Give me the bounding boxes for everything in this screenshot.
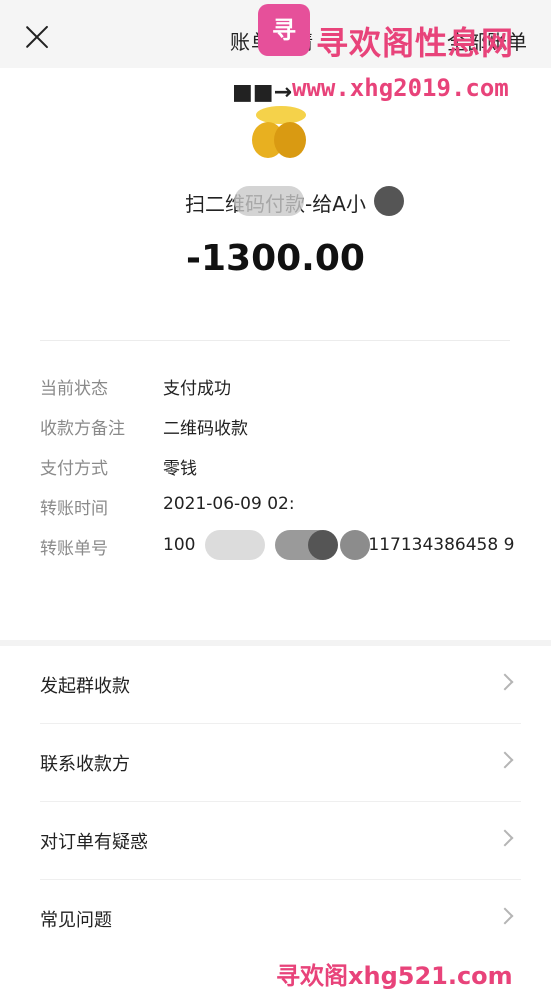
detail-label: 收款方备注 (40, 419, 125, 439)
detail-label: 当前状态 (40, 379, 108, 399)
watermark-arrow: ■■→ (232, 80, 293, 105)
watermark-url: www.xhg2019.com (292, 74, 509, 102)
watermark-footer: 寻欢阁xhg521.com (276, 962, 513, 990)
top-bar: 账单详情 全部账单 寻 寻欢阁性息网 (0, 0, 551, 68)
watermark-logo: 寻 (258, 4, 310, 56)
chevron-right-icon (496, 907, 514, 925)
chevron-right-icon (496, 751, 514, 769)
menu-item-contact-payee[interactable]: 联系收款方 (0, 724, 551, 802)
menu-item-label: 发起群收款 (40, 676, 130, 697)
avatar-shape-right (274, 122, 306, 158)
menu-item-order-question[interactable]: 对订单有疑惑 (0, 802, 551, 880)
bill-summary-card: 扫二维码付款-给A小 -1300.00 当前状态 支付成功 收款方备注 二维码收… (0, 68, 551, 640)
avatar-glow (256, 106, 306, 124)
detail-label: 转账单号 (40, 539, 108, 559)
close-icon[interactable] (24, 24, 50, 50)
divider (40, 340, 510, 341)
detail-value: 2021-06-09 02: (163, 494, 295, 514)
privacy-blur (308, 530, 338, 560)
detail-value: 零钱 (163, 459, 197, 479)
menu-item-label: 常见问题 (40, 910, 112, 931)
privacy-blur (205, 530, 265, 560)
chevron-right-icon (496, 829, 514, 847)
privacy-blur (374, 186, 404, 216)
action-menu: 发起群收款 联系收款方 对订单有疑惑 常见问题 (0, 646, 551, 1000)
payment-amount: -1300.00 (186, 238, 365, 279)
detail-value: 支付成功 (163, 379, 231, 399)
watermark-text: 寻欢阁性息网 (316, 24, 515, 62)
menu-item-label: 联系收款方 (40, 754, 130, 775)
privacy-blur (340, 530, 370, 560)
menu-item-faq[interactable]: 常见问题 (0, 880, 551, 958)
privacy-blur (234, 186, 304, 216)
menu-item-label: 对订单有疑惑 (40, 832, 148, 853)
detail-label: 转账时间 (40, 499, 108, 519)
detail-value: 二维码收款 (163, 419, 248, 439)
menu-item-group-collect[interactable]: 发起群收款 (0, 646, 551, 724)
detail-label: 支付方式 (40, 459, 108, 479)
chevron-right-icon (496, 673, 514, 691)
merchant-avatar (248, 106, 310, 172)
